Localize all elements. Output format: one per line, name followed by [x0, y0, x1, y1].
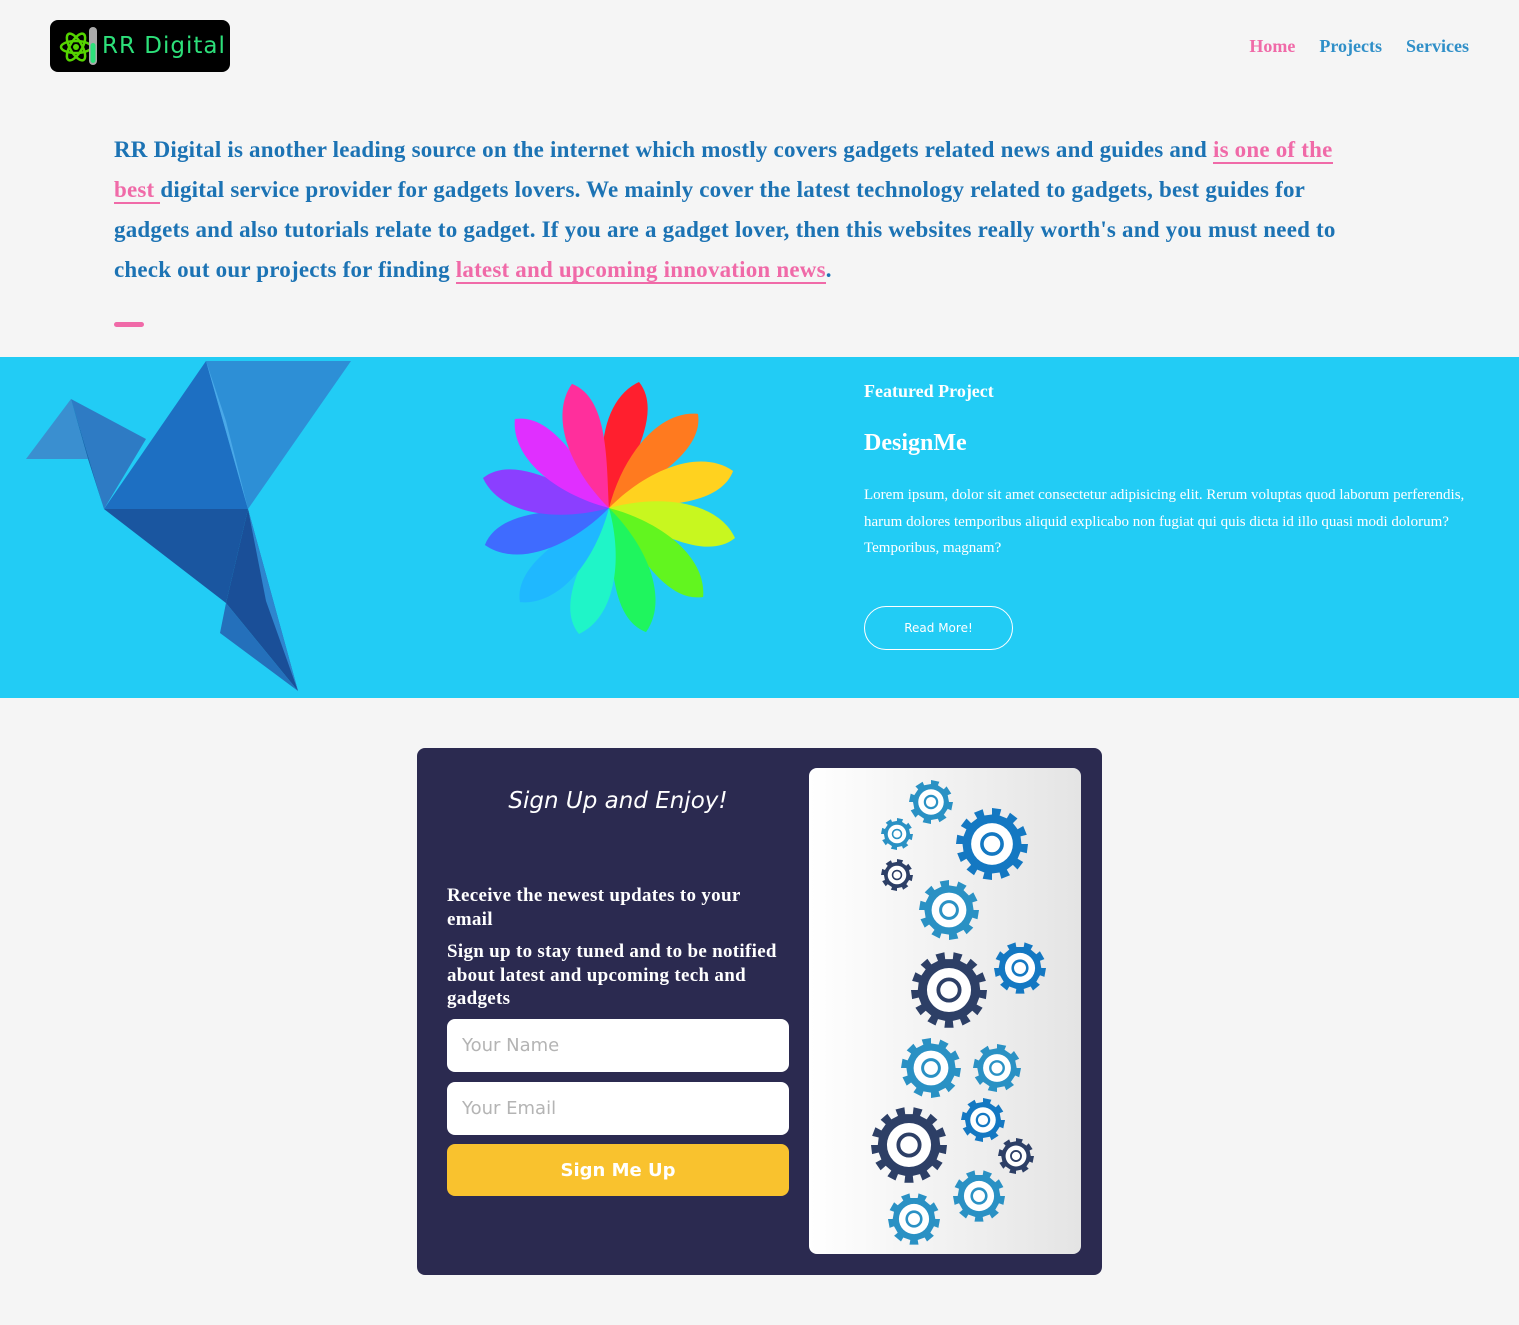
gear-icon: [961, 1098, 1005, 1142]
gear-icon: [911, 952, 987, 1028]
featured-title: DesignMe: [864, 430, 967, 456]
read-more-button[interactable]: Read More!: [864, 606, 1013, 650]
featured-project-info: Featured Project DesignMe Lorem ipsum, d…: [864, 381, 1474, 562]
gear-icon: [881, 818, 913, 850]
main-nav: Home Projects Services: [1249, 36, 1469, 57]
gear-icon: [871, 1107, 947, 1183]
gear-icon: [888, 1193, 940, 1245]
gear-icon: [901, 1038, 961, 1098]
signup-lead: Receive the newest updates to your email: [447, 885, 741, 930]
gear-panel: [809, 768, 1081, 1254]
origami-bird-illustration: [26, 361, 351, 691]
logo-text: RR Digital: [102, 33, 226, 59]
featured-kicker: Featured Project: [864, 381, 994, 401]
gear-icon: [953, 1170, 1005, 1222]
intro-paragraph: RR Digital is another leading source on …: [114, 130, 1369, 290]
signup-heading: Sign Up and Enjoy!: [508, 788, 728, 814]
rainbow-flower-illustration: [483, 382, 735, 634]
tech-gears-illustration: [871, 780, 1046, 1245]
gear-icon: [998, 1138, 1034, 1174]
nav-services[interactable]: Services: [1406, 36, 1469, 57]
gear-icon: [881, 859, 913, 891]
site-logo[interactable]: RR Digital: [50, 20, 230, 72]
gear-icon: [919, 880, 979, 940]
gear-icon: [909, 780, 953, 824]
atom-test-tube-logo-icon: [59, 27, 97, 65]
section-divider: [114, 322, 144, 327]
featured-description: Lorem ipsum, dolor sit amet consectetur …: [864, 487, 1465, 556]
sign-me-up-button[interactable]: Sign Me Up: [447, 1144, 789, 1196]
intro-link-news[interactable]: latest and upcoming innovation news: [455, 257, 826, 284]
gear-icon: [956, 808, 1028, 880]
signup-subtext: Sign up to stay tuned and to be notified…: [447, 941, 777, 1009]
intro-text-3: .: [825, 257, 832, 282]
featured-project-band: Featured Project DesignMe Lorem ipsum, d…: [0, 357, 1519, 698]
nav-home[interactable]: Home: [1249, 36, 1295, 57]
site-header: RR Digital Home Projects Services: [0, 0, 1519, 100]
gear-icon: [973, 1044, 1021, 1092]
intro-text-1: RR Digital is another leading source on …: [114, 137, 1213, 162]
gear-icon: [994, 942, 1046, 994]
nav-projects[interactable]: Projects: [1319, 36, 1382, 57]
intro-section: RR Digital is another leading source on …: [0, 100, 1519, 357]
email-input[interactable]: [447, 1082, 789, 1135]
name-input[interactable]: [447, 1019, 789, 1072]
signup-card: Sign Up and Enjoy! Receive the newest up…: [417, 748, 1102, 1275]
